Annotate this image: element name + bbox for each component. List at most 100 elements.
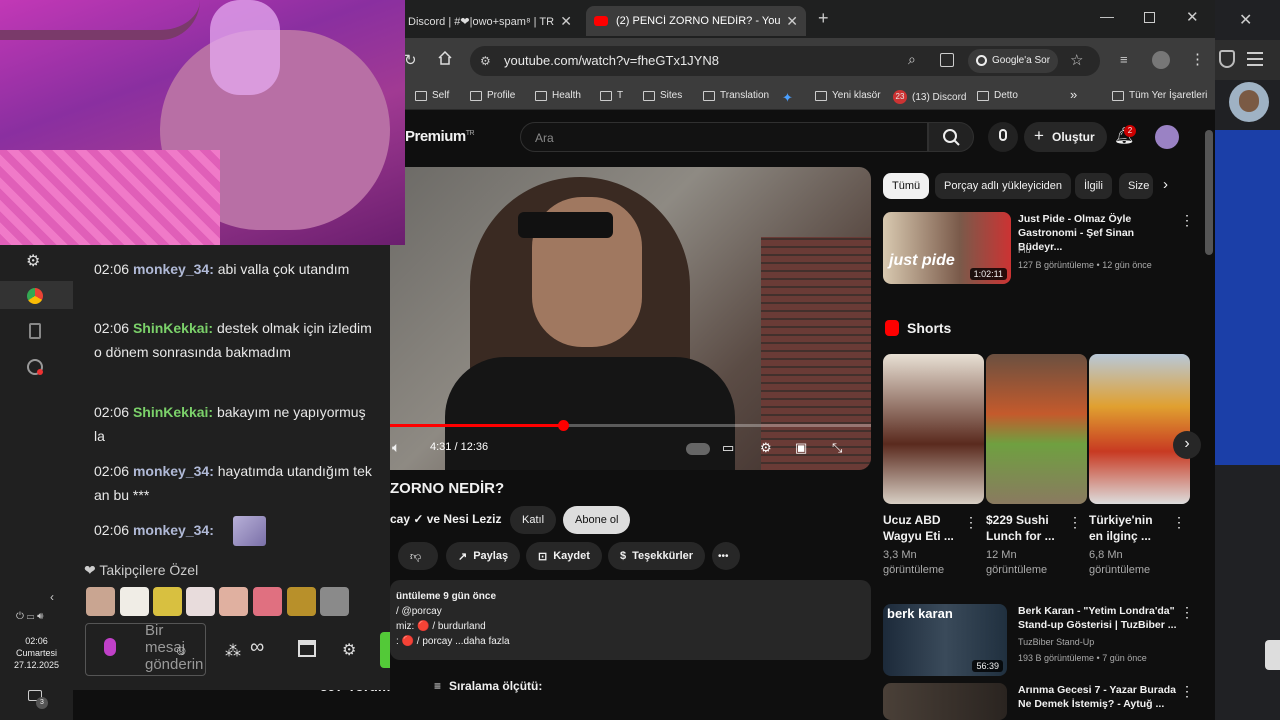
bookmark-translation[interactable]: Translation <box>703 90 769 101</box>
video-progress-bar[interactable] <box>390 420 871 431</box>
emote[interactable] <box>320 587 349 616</box>
bookmark-profile[interactable]: Profile <box>470 90 515 101</box>
related-title[interactable]: Just Pide - Olmaz Öyle Gastronomi - Şef … <box>1018 212 1178 254</box>
chat-username[interactable]: monkey_34: <box>133 463 214 479</box>
autoplay-toggle[interactable] <box>686 443 710 455</box>
chat-username[interactable]: ShinKekkai: <box>133 404 213 420</box>
create-button[interactable]: + Oluştur <box>1024 122 1107 152</box>
join-button[interactable]: Katıl <box>510 506 557 534</box>
infinity-button[interactable]: ∞ <box>250 636 264 659</box>
store-icon[interactable] <box>298 640 316 657</box>
gear-icon[interactable]: ⚙ <box>26 251 40 271</box>
media-icon[interactable]: ≡ <box>1120 52 1128 67</box>
bookmarks-overflow-button[interactable]: » <box>1070 87 1077 102</box>
chevron-right-icon[interactable]: › <box>1163 176 1168 193</box>
kebab-menu-icon[interactable]: ⋮ <box>1180 212 1194 229</box>
kebab-menu-icon[interactable]: ⋮ <box>1172 514 1186 531</box>
miniplayer-icon[interactable]: ▣ <box>795 440 807 456</box>
google-ask-button[interactable]: Google'a Sor <box>968 49 1059 73</box>
all-bookmarks[interactable]: Tüm Yer İşaretleri <box>1112 90 1207 101</box>
sort-button[interactable]: ≡ Sıralama ölçütü: <box>434 679 542 693</box>
bookmark-discord[interactable]: 23 (13) Discord <box>893 90 966 104</box>
search-input[interactable]: Ara <box>520 122 928 152</box>
settings-icon[interactable]: ⚙ <box>760 440 772 456</box>
chip-for-you[interactable]: Size <box>1119 173 1153 199</box>
side-panel-handle[interactable] <box>1265 640 1280 670</box>
related-thumbnail[interactable]: just pide 1:02:11 <box>883 212 1011 284</box>
gear-icon[interactable]: ⚙ <box>342 640 356 660</box>
chat-username[interactable]: ShinKekkai: <box>133 320 213 336</box>
emote[interactable] <box>86 587 115 616</box>
star-icon[interactable]: ☆ <box>1070 51 1083 69</box>
kebab-menu-icon[interactable]: ⋮ <box>1190 50 1205 68</box>
chip-all[interactable]: Tümü <box>883 173 930 199</box>
app-icon[interactable] <box>27 359 43 375</box>
more-actions-button[interactable]: ••• <box>712 542 740 570</box>
related-channel[interactable]: TuzBiber Stand-Up <box>1018 636 1094 649</box>
short-thumbnail[interactable] <box>1089 354 1190 504</box>
avatar[interactable] <box>1229 82 1269 122</box>
bookmark-sites[interactable]: Sites <box>643 90 682 101</box>
emoji-icon[interactable]: ☺ <box>174 642 188 658</box>
mic-icon[interactable] <box>988 122 1018 152</box>
related-channel[interactable]: Flu <box>1018 244 1031 257</box>
address-bar[interactable]: ⚙ youtube.com/watch?v=fheGTx1JYN8 ⌕ Goog… <box>470 46 1100 76</box>
profile-icon[interactable] <box>1152 51 1170 69</box>
close-icon[interactable]: ✕ <box>1239 10 1252 30</box>
home-icon[interactable] <box>438 51 452 65</box>
install-icon[interactable] <box>940 53 954 67</box>
tray-icons[interactable]: ⏻ ▭ 🔊︎ <box>16 611 43 622</box>
kebab-menu-icon[interactable]: ⋮ <box>1180 604 1194 621</box>
short-title[interactable]: $229 Sushi Lunch for ... <box>986 512 1066 544</box>
subtitles-icon[interactable]: ▭ <box>722 440 734 456</box>
new-tab-icon[interactable]: + <box>818 8 829 29</box>
youtube-logo[interactable]: PremiumTR <box>405 128 475 145</box>
description-box[interactable]: üntüleme 9 gün önce / @porcay miz: 🔴 / b… <box>390 580 871 660</box>
related-title[interactable]: Berk Karan - "Yetim Londra'da" Stand-up … <box>1018 604 1178 632</box>
fullscreen-icon[interactable]: ⤡ <box>832 440 842 456</box>
chrome-icon[interactable] <box>27 288 43 304</box>
bookmark-yeni-klasor[interactable]: Yeni klasör <box>815 90 881 101</box>
emote[interactable] <box>287 587 316 616</box>
chip-uploader[interactable]: Porçay adlı yükleyiciden <box>935 173 1072 199</box>
close-icon[interactable]: ✕ <box>786 13 798 30</box>
menu-icon[interactable] <box>1247 52 1263 66</box>
app-icon[interactable] <box>29 323 41 339</box>
related-thumbnail[interactable]: berk karan 56:39 <box>883 604 1007 676</box>
emote[interactable] <box>153 587 182 616</box>
emote[interactable] <box>219 587 248 616</box>
emote[interactable] <box>253 587 282 616</box>
video-player[interactable]: 🔈︎ 4:31 / 12:36 ▭ ⚙ ▣ ⤡ <box>390 167 871 470</box>
avatar[interactable] <box>1155 125 1179 149</box>
mic-icon[interactable] <box>104 638 116 656</box>
scrollbar[interactable] <box>1205 130 1213 255</box>
reload-icon[interactable]: ↻ <box>404 51 417 69</box>
send-button[interactable] <box>380 632 390 668</box>
kebab-menu-icon[interactable]: ⋮ <box>1068 514 1082 531</box>
emote[interactable] <box>186 587 215 616</box>
dislike-button[interactable]: 👎︎ <box>398 542 438 570</box>
butterfly-icon[interactable]: ✦ <box>782 90 793 106</box>
thanks-button[interactable]: $ Teşekkürler <box>608 542 706 570</box>
short-thumbnail[interactable] <box>986 354 1087 504</box>
close-window-icon[interactable]: ✕ <box>1186 8 1199 26</box>
chevron-left-icon[interactable]: ‹ <box>50 590 54 604</box>
kebab-menu-icon[interactable]: ⋮ <box>1180 683 1194 700</box>
close-icon[interactable]: ✕ <box>560 13 572 30</box>
related-thumbnail[interactable] <box>883 683 1007 720</box>
bookmark-detto[interactable]: Detto <box>977 90 1018 101</box>
volume-icon[interactable]: 🔈︎ <box>392 439 400 456</box>
chip-related[interactable]: İlgili <box>1075 173 1112 199</box>
points-icon[interactable]: ⁂ <box>225 641 241 661</box>
bookmark-health[interactable]: Health <box>535 90 581 101</box>
channel-name[interactable]: cay ✓ ve Nesi Leziz <box>390 512 501 526</box>
minimize-icon[interactable]: — <box>1100 8 1114 24</box>
save-button[interactable]: ⊡ Kaydet <box>526 542 602 570</box>
clock[interactable]: 02:06 Cumartesi 27.12.2025 <box>0 635 73 671</box>
short-title[interactable]: Ucuz ABD Wagyu Eti ... <box>883 512 963 544</box>
tab-discord[interactable]: Discord | #❤|owo+spam⁸ | TR LIGHTSTAR ✕ <box>400 6 580 36</box>
maximize-icon[interactable] <box>1144 12 1155 23</box>
site-settings-icon[interactable]: ⚙ <box>480 54 491 68</box>
search-button[interactable] <box>928 122 974 152</box>
short-thumbnail[interactable] <box>883 354 984 504</box>
